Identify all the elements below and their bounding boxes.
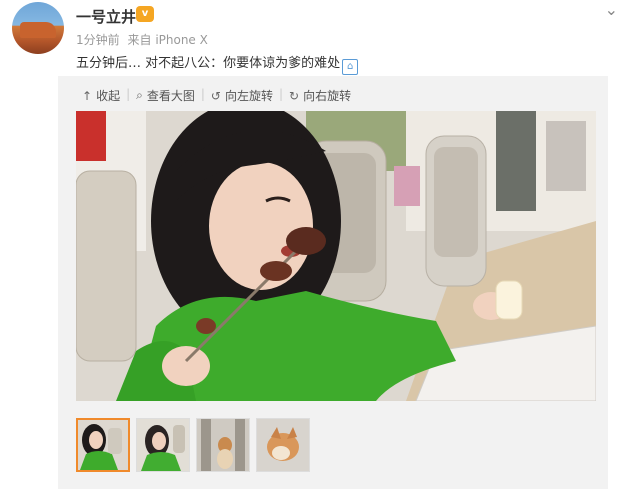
collapse-button[interactable]: ↑ 收起	[76, 87, 126, 104]
thumb-dog-closeup	[257, 419, 309, 471]
rotate-right-label: 向右旋转	[303, 89, 352, 103]
rotate-left-label: 向左旋转	[224, 89, 273, 103]
thumbnail-2[interactable]	[136, 418, 190, 472]
view-large-label: 查看大图	[146, 89, 195, 103]
post-source[interactable]: iPhone X	[155, 33, 208, 47]
rotate-left-button[interactable]: ↺ 向左旋转	[205, 87, 279, 104]
house-emoji-icon: ⌂	[342, 59, 359, 75]
rotate-left-icon: ↺	[210, 88, 221, 103]
media-toolbar: ↑ 收起 | ⌕ 查看大图 | ↺ 向左旋转 | ↻ 向右旋转	[76, 87, 357, 104]
avatar[interactable]	[12, 2, 64, 54]
more-chevron-icon[interactable]: ⌄	[605, 0, 618, 19]
post-text: 五分钟后… 对不起八公：你要体谅为爹的难处 ⌂	[76, 52, 359, 75]
collapse-label: 收起	[96, 89, 121, 103]
thumb-dog-through-door	[197, 419, 249, 471]
rotate-right-button[interactable]: ↻ 向右旋转	[283, 87, 357, 104]
thumbnail-1[interactable]	[76, 418, 130, 472]
thumbnail-4[interactable]	[256, 418, 310, 472]
post-source-prefix: 来自	[127, 33, 152, 47]
vip-badge-icon: v	[136, 6, 154, 22]
thumb-girl-photo-2	[137, 419, 189, 471]
post-meta: 1分钟前 来自 iPhone X	[76, 31, 208, 48]
username[interactable]: 一号立井	[76, 6, 136, 27]
thumb-girl-photo	[78, 420, 128, 470]
post-time[interactable]: 1分钟前	[76, 33, 120, 47]
photo-girl-eating-skewer	[76, 111, 596, 401]
main-photo[interactable]	[76, 111, 596, 401]
magnifier-icon: ⌕	[136, 88, 143, 102]
view-large-button[interactable]: ⌕ 查看大图	[130, 87, 201, 104]
thumbnail-strip	[76, 418, 310, 472]
collapse-icon: ↑	[82, 88, 93, 103]
thumbnail-3[interactable]	[196, 418, 250, 472]
avatar-mesa-shape	[20, 22, 56, 38]
post-text-body: 五分钟后… 对不起八公：你要体谅为爹的难处	[76, 56, 341, 71]
rotate-right-icon: ↻	[289, 88, 300, 103]
